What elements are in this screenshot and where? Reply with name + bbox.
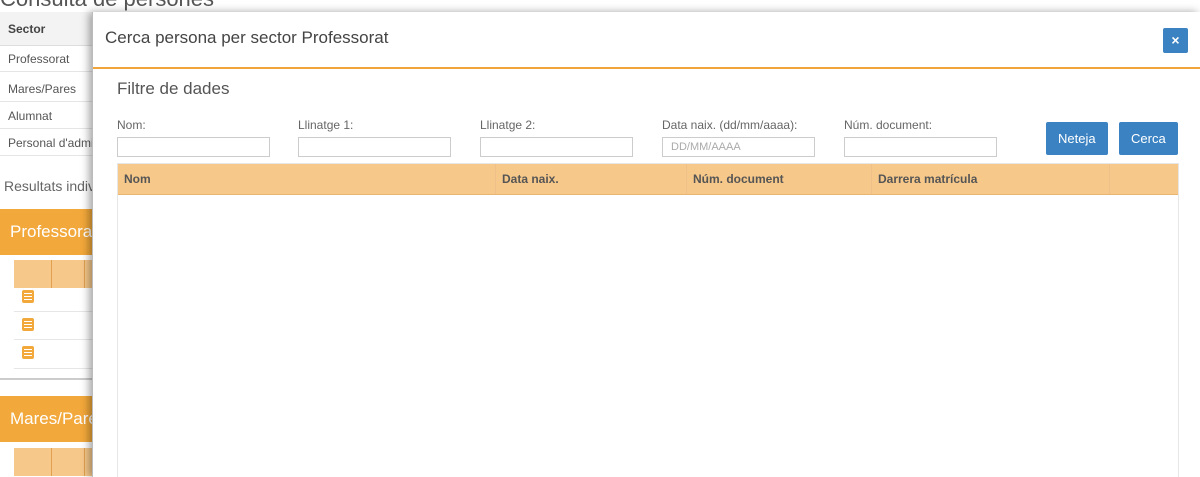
section-mares-pares-header: Mares/Pares bbox=[0, 396, 100, 442]
column-header-nom[interactable]: Nom bbox=[118, 164, 496, 194]
close-button[interactable]: × bbox=[1163, 28, 1188, 53]
num-document-field-group: Núm. document: bbox=[844, 118, 997, 157]
sector-item-professorat[interactable]: Professorat bbox=[0, 47, 100, 72]
page-title: Consulta de persones bbox=[0, 0, 214, 12]
nom-input[interactable] bbox=[117, 137, 270, 157]
llinatge2-input[interactable] bbox=[480, 137, 633, 157]
column-header-actions bbox=[1110, 164, 1178, 194]
results-label: Resultats individuals bbox=[4, 178, 100, 194]
row-divider bbox=[14, 339, 100, 340]
modal-header: Cerca persona per sector Professorat × bbox=[93, 12, 1200, 69]
section-divider bbox=[0, 378, 100, 380]
sector-item-mares-pares[interactable]: Mares/Pares bbox=[0, 77, 100, 102]
nom-field-group: Nom: bbox=[117, 118, 270, 157]
modal-title: Cerca persona per sector Professorat bbox=[105, 28, 389, 47]
llinatge1-field-group: Llinatge 1: bbox=[298, 118, 451, 157]
llinatge1-input[interactable] bbox=[298, 137, 451, 157]
num-document-label: Núm. document: bbox=[844, 118, 933, 132]
row-divider bbox=[14, 368, 100, 369]
search-button[interactable]: Cerca bbox=[1119, 122, 1178, 155]
results-table: Nom Data naix. Núm. document Darrera mat… bbox=[117, 163, 1179, 477]
column-header-num-document[interactable]: Núm. document bbox=[687, 164, 872, 194]
column-header-darrera-matricula[interactable]: Darrera matrícula bbox=[872, 164, 1110, 194]
num-document-input[interactable] bbox=[844, 137, 997, 157]
clear-button[interactable]: Neteja bbox=[1046, 122, 1108, 155]
search-person-modal: Cerca persona per sector Professorat × F… bbox=[92, 12, 1200, 477]
edit-note-icon[interactable] bbox=[22, 318, 34, 331]
sector-item-personal[interactable]: Personal d'administració bbox=[0, 131, 100, 156]
results-table-header: Nom Data naix. Núm. document Darrera mat… bbox=[118, 164, 1178, 195]
data-naix-input[interactable] bbox=[662, 137, 815, 157]
professorat-table-header bbox=[14, 260, 100, 288]
column-header-data-naix[interactable]: Data naix. bbox=[496, 164, 687, 194]
section-professorat-header: Professorat bbox=[0, 209, 100, 255]
data-naix-field-group: Data naix. (dd/mm/aaaa): bbox=[662, 118, 815, 157]
llinatge2-field-group: Llinatge 2: bbox=[480, 118, 633, 157]
llinatge1-label: Llinatge 1: bbox=[298, 118, 354, 132]
row-divider bbox=[14, 311, 100, 312]
data-naix-label: Data naix. (dd/mm/aaaa): bbox=[662, 118, 798, 132]
mares-pares-table-header bbox=[14, 448, 100, 476]
sector-item-alumnat[interactable]: Alumnat bbox=[0, 104, 100, 129]
llinatge2-label: Llinatge 2: bbox=[480, 118, 536, 132]
sector-header: Sector bbox=[0, 12, 100, 46]
edit-note-icon[interactable] bbox=[22, 290, 34, 303]
filter-title: Filtre de dades bbox=[117, 79, 230, 98]
edit-note-icon[interactable] bbox=[22, 346, 34, 359]
nom-label: Nom: bbox=[117, 118, 146, 132]
